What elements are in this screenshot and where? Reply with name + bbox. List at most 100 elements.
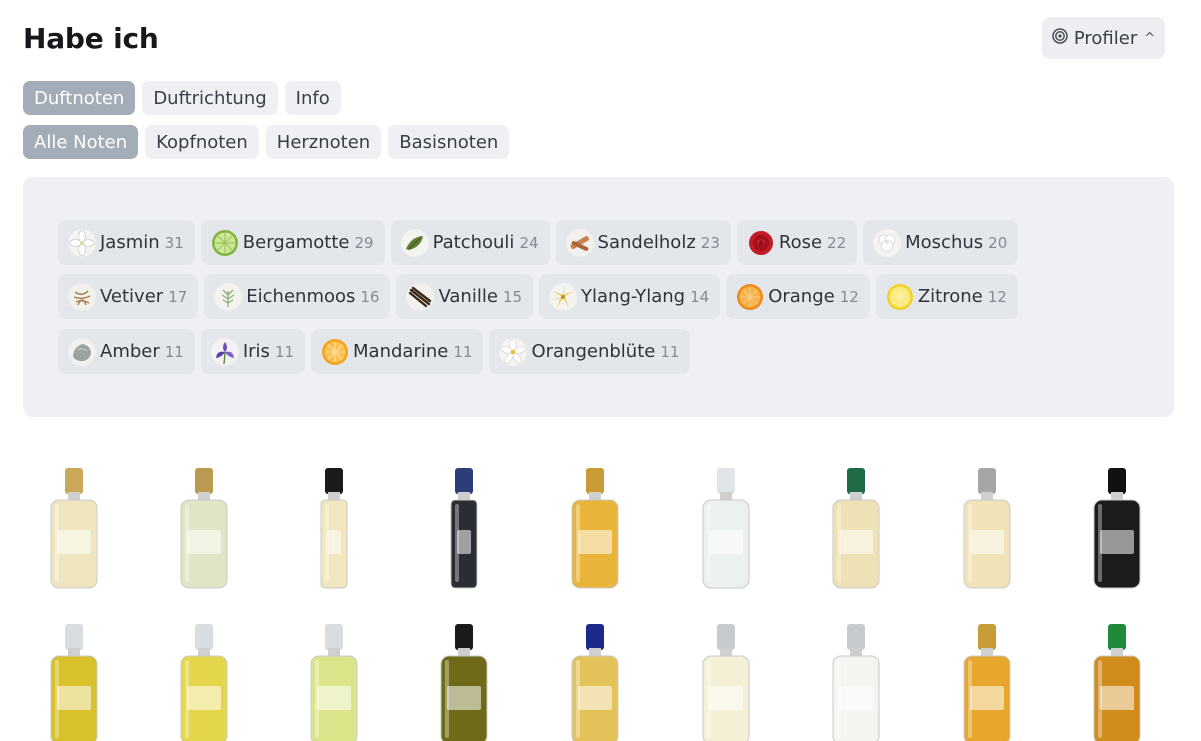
jasmine-flower-icon <box>68 228 96 257</box>
profiler-button[interactable]: Profiler ^ <box>1042 17 1165 59</box>
tab-duftnoten[interactable]: Duftnoten <box>23 81 136 115</box>
note-chip-jasmin[interactable]: Jasmin 31 <box>58 220 195 265</box>
tab-basisnoten[interactable]: Basisnoten <box>388 125 510 159</box>
perfume-thumbnail[interactable] <box>545 460 645 600</box>
perfume-bottle-icon <box>1093 468 1141 589</box>
note-chip-iris[interactable]: Iris 11 <box>200 329 306 374</box>
notes-panel: Jasmin 31 Bergamotte 29 Patchouli 24 San… <box>23 177 1174 417</box>
note-chip-ylang-ylang[interactable]: Ylang-Ylang 14 <box>539 274 721 319</box>
orange-slice-icon <box>736 283 764 311</box>
note-chip-vetiver[interactable]: Vetiver 17 <box>58 274 199 319</box>
note-count: 12 <box>987 287 1007 306</box>
tab-duftrichtung[interactable]: Duftrichtung <box>142 81 278 115</box>
perfume-thumbnail[interactable] <box>1067 616 1167 741</box>
note-count: 11 <box>660 342 680 361</box>
sandalwood-icon <box>565 228 594 257</box>
note-name: Mandarine <box>353 341 449 362</box>
note-name: Orangenblüte <box>531 341 656 362</box>
perfume-bottle-icon <box>50 468 98 589</box>
ylang-ylang-flower-icon <box>549 282 578 311</box>
perfume-thumbnail[interactable] <box>545 616 645 741</box>
perfume-thumbnail[interactable] <box>284 460 384 600</box>
note-name: Jasmin <box>100 232 160 253</box>
perfume-thumbnail[interactable] <box>284 616 384 741</box>
vetiver-root-icon <box>68 282 96 311</box>
tab-alle-noten[interactable]: Alle Noten <box>23 125 139 159</box>
note-name: Patchouli <box>432 232 515 253</box>
note-count: 17 <box>168 287 188 306</box>
note-name: Moschus <box>905 232 984 253</box>
note-chip-patchouli[interactable]: Patchouli 24 <box>390 220 550 265</box>
perfume-thumbnail[interactable] <box>806 460 906 600</box>
note-name: Orange <box>768 286 835 307</box>
perfume-thumbnail[interactable] <box>414 616 514 741</box>
perfume-thumbnail[interactable] <box>676 460 776 600</box>
note-name: Vanille <box>438 286 498 307</box>
perfume-bottle-icon <box>180 468 228 589</box>
note-chip-bergamotte[interactable]: Bergamotte 29 <box>200 220 385 265</box>
oakmoss-icon <box>214 282 243 311</box>
note-count: 14 <box>690 287 710 306</box>
perfume-thumbnail[interactable] <box>806 616 906 741</box>
note-chip-orangenbluete[interactable]: Orangenblüte 11 <box>489 329 691 374</box>
perfume-thumbnail[interactable] <box>24 460 124 600</box>
note-count: 23 <box>700 233 720 252</box>
perfume-thumbnail[interactable] <box>1067 460 1167 600</box>
perfume-bottle-icon <box>832 468 880 589</box>
note-chip-sandelholz[interactable]: Sandelholz 23 <box>555 220 731 265</box>
note-name: Eichenmoos <box>246 286 356 307</box>
perfume-bottle-icon <box>963 468 1011 589</box>
perfume-thumbnail[interactable] <box>24 616 124 741</box>
note-chip-moschus[interactable]: Moschus 20 <box>863 220 1019 265</box>
perfume-bottle-icon <box>702 624 750 741</box>
perfume-thumbnail[interactable] <box>154 460 254 600</box>
bergamot-slice-icon <box>211 229 239 257</box>
note-count: 11 <box>164 342 184 361</box>
perfume-bottle-icon <box>571 624 619 741</box>
page-title: Habe ich <box>23 22 159 55</box>
perfume-bottle-icon <box>702 468 750 589</box>
note-name: Vetiver <box>100 286 164 307</box>
perfume-thumbnail[interactable] <box>676 616 776 741</box>
note-name: Sandelholz <box>597 232 696 253</box>
perfume-grid <box>0 440 1201 741</box>
perfume-thumbnail[interactable] <box>414 460 514 600</box>
note-count: 20 <box>988 233 1008 252</box>
note-count: 11 <box>274 342 295 361</box>
note-chip-mandarine[interactable]: Mandarine 11 <box>311 329 484 374</box>
note-chip-eichenmoos[interactable]: Eichenmoos 16 <box>204 274 391 319</box>
tab-kopfnoten[interactable]: Kopfnoten <box>145 125 259 159</box>
note-name: Rose <box>778 232 823 253</box>
profiler-label: Profiler <box>1073 27 1138 49</box>
perfume-bottle-icon <box>450 468 478 589</box>
perfume-thumbnail[interactable] <box>154 616 254 741</box>
orange-blossom-icon <box>499 337 528 366</box>
perfume-bottle-icon <box>50 624 98 741</box>
note-chip-amber[interactable]: Amber 11 <box>58 329 195 374</box>
perfume-thumbnail[interactable] <box>937 616 1037 741</box>
note-name: Bergamotte <box>242 232 350 253</box>
note-count: 29 <box>354 233 374 252</box>
note-chip-orange[interactable]: Orange 12 <box>726 274 870 319</box>
note-name: Iris <box>242 341 270 362</box>
tab-info[interactable]: Info <box>284 81 341 115</box>
mandarin-slice-icon <box>321 338 349 366</box>
amber-stone-icon <box>68 337 96 366</box>
note-chip-rose[interactable]: Rose 22 <box>736 220 858 265</box>
note-count: 16 <box>360 287 380 306</box>
note-count: 22 <box>827 233 847 252</box>
patchouli-leaf-icon <box>400 228 429 257</box>
note-chip-vanille[interactable]: Vanille 15 <box>396 274 534 319</box>
note-name: Amber <box>100 341 160 362</box>
musk-icon <box>873 228 902 257</box>
perfume-bottle-icon <box>180 624 228 741</box>
perfume-bottle-icon <box>832 624 880 741</box>
chevron-up-icon: ^ <box>1144 30 1156 46</box>
lemon-slice-icon <box>886 283 914 311</box>
tab-herznoten[interactable]: Herznoten <box>265 125 382 159</box>
note-chip-zitrone[interactable]: Zitrone 12 <box>875 274 1018 319</box>
perfume-bottle-icon <box>963 624 1011 741</box>
perfume-thumbnail[interactable] <box>937 460 1037 600</box>
note-count: 31 <box>164 233 184 252</box>
note-count: 15 <box>502 287 523 306</box>
